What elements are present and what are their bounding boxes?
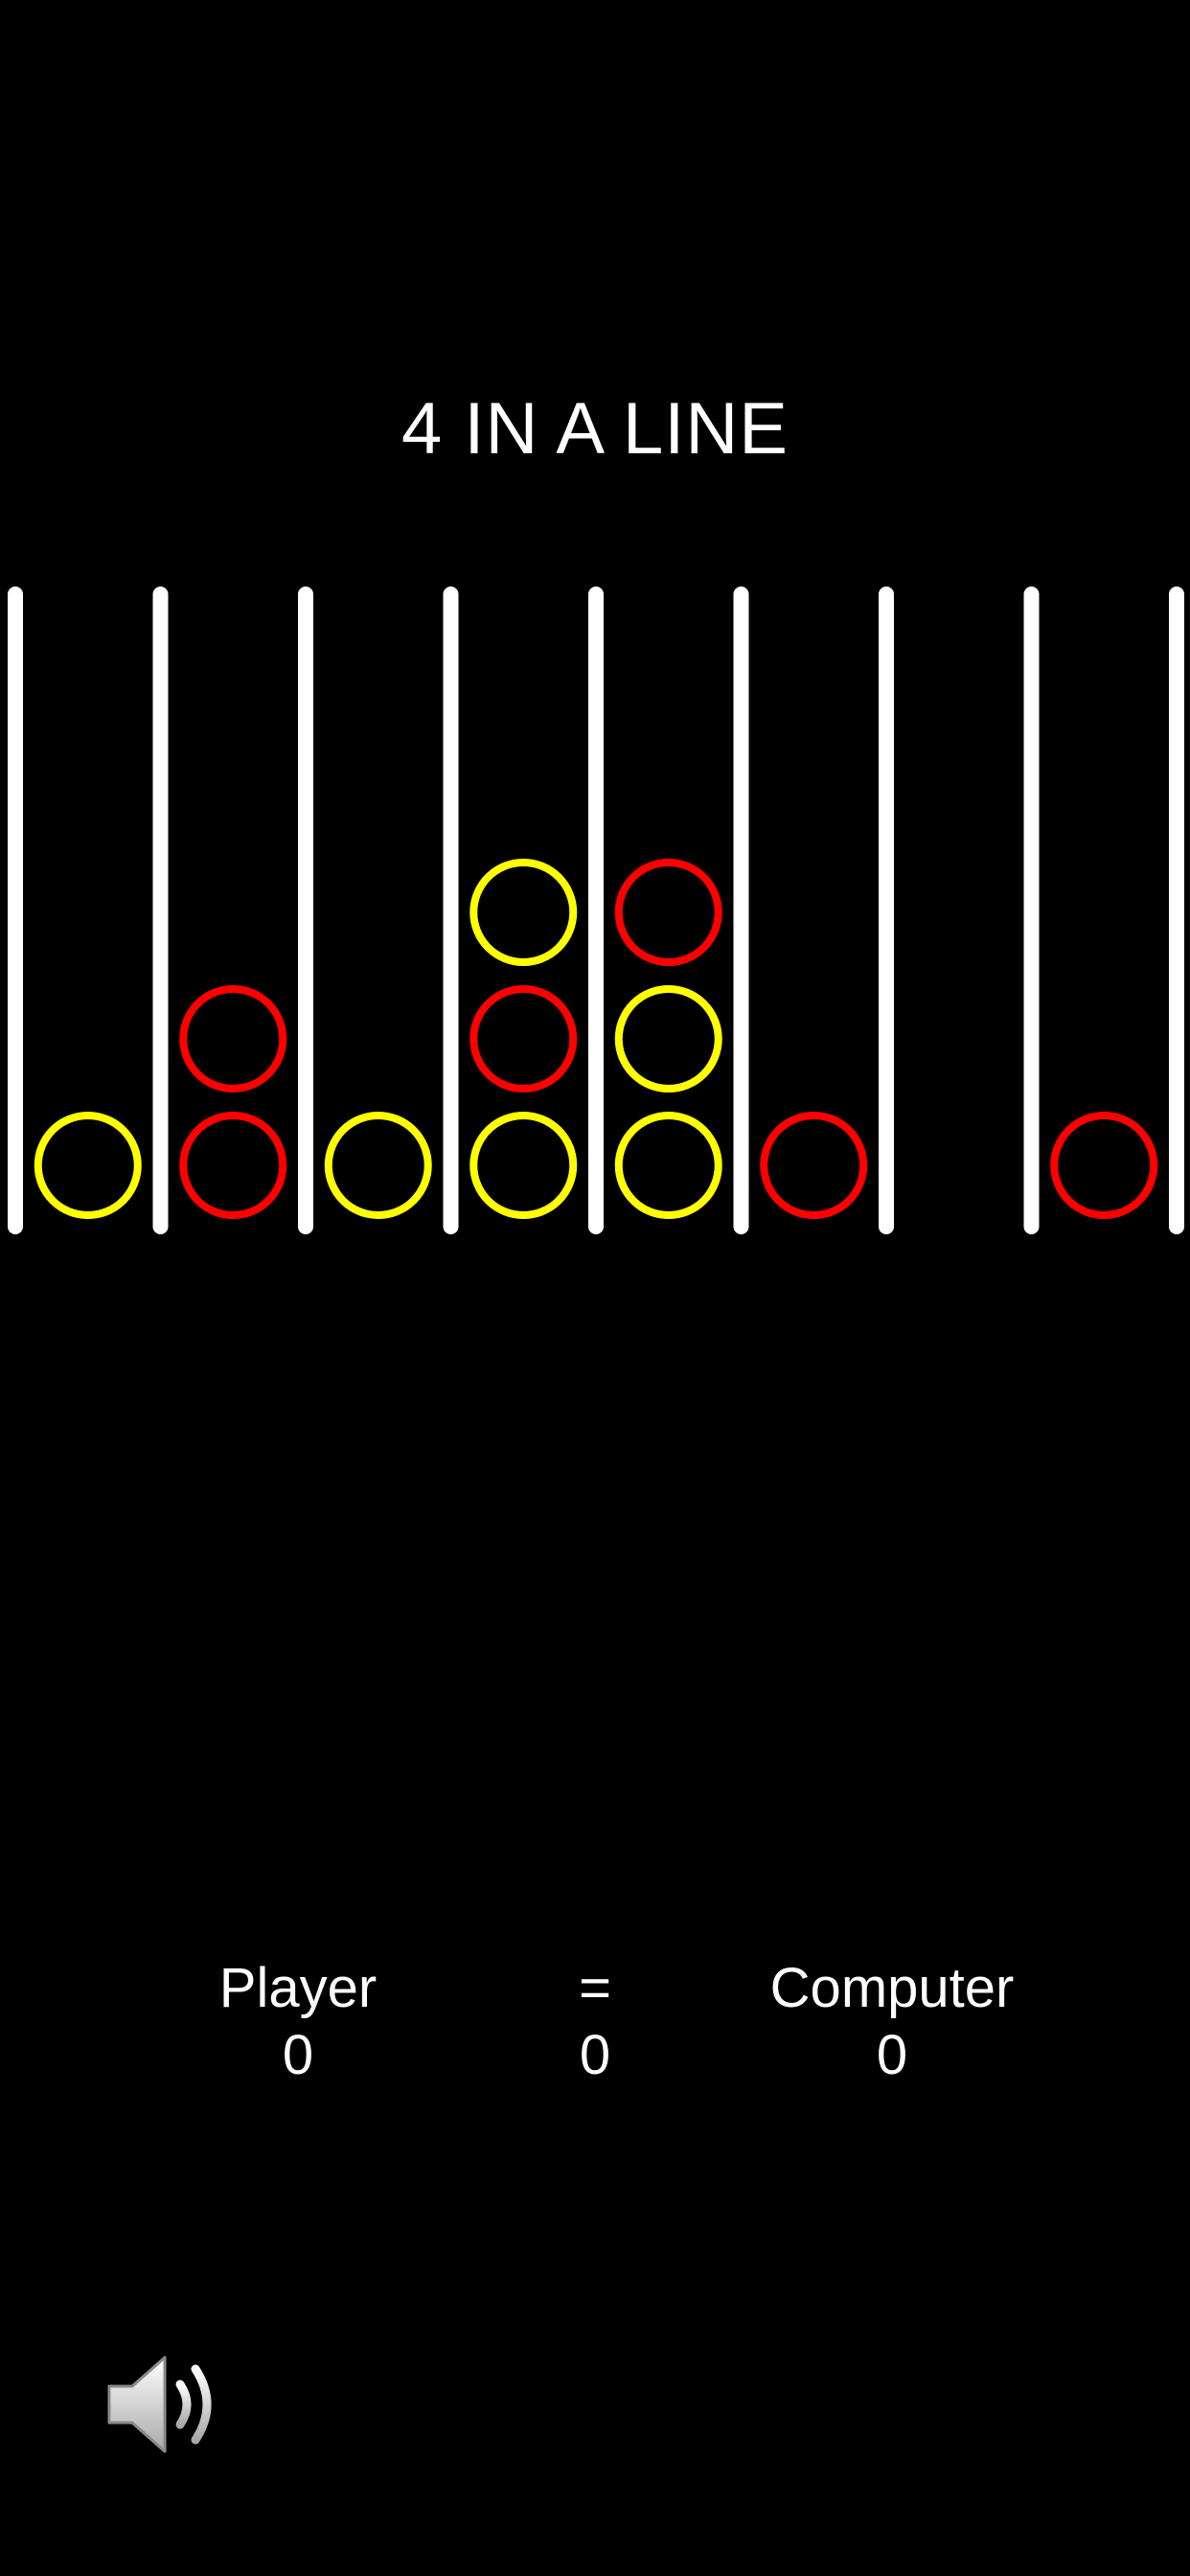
board-column-8[interactable] (1040, 594, 1170, 1227)
board-column-7[interactable] (894, 594, 1024, 1227)
game-title: 4 IN A LINE (401, 388, 789, 470)
computer-score-value: 0 (876, 2024, 908, 2086)
board-column-6[interactable] (749, 594, 880, 1227)
board-column-3[interactable] (313, 594, 444, 1227)
game-board[interactable] (0, 575, 1190, 1246)
board-column-5[interactable] (604, 594, 734, 1227)
computer-score-label: Computer (769, 1957, 1015, 2019)
board-column-4[interactable] (459, 594, 589, 1227)
sound-toggle-button[interactable] (103, 2346, 232, 2463)
board-column-1[interactable] (23, 594, 153, 1227)
computer-score: Computer 0 (700, 1955, 1084, 2089)
board-column-2[interactable] (169, 594, 299, 1227)
speaker-icon (107, 2356, 212, 2453)
